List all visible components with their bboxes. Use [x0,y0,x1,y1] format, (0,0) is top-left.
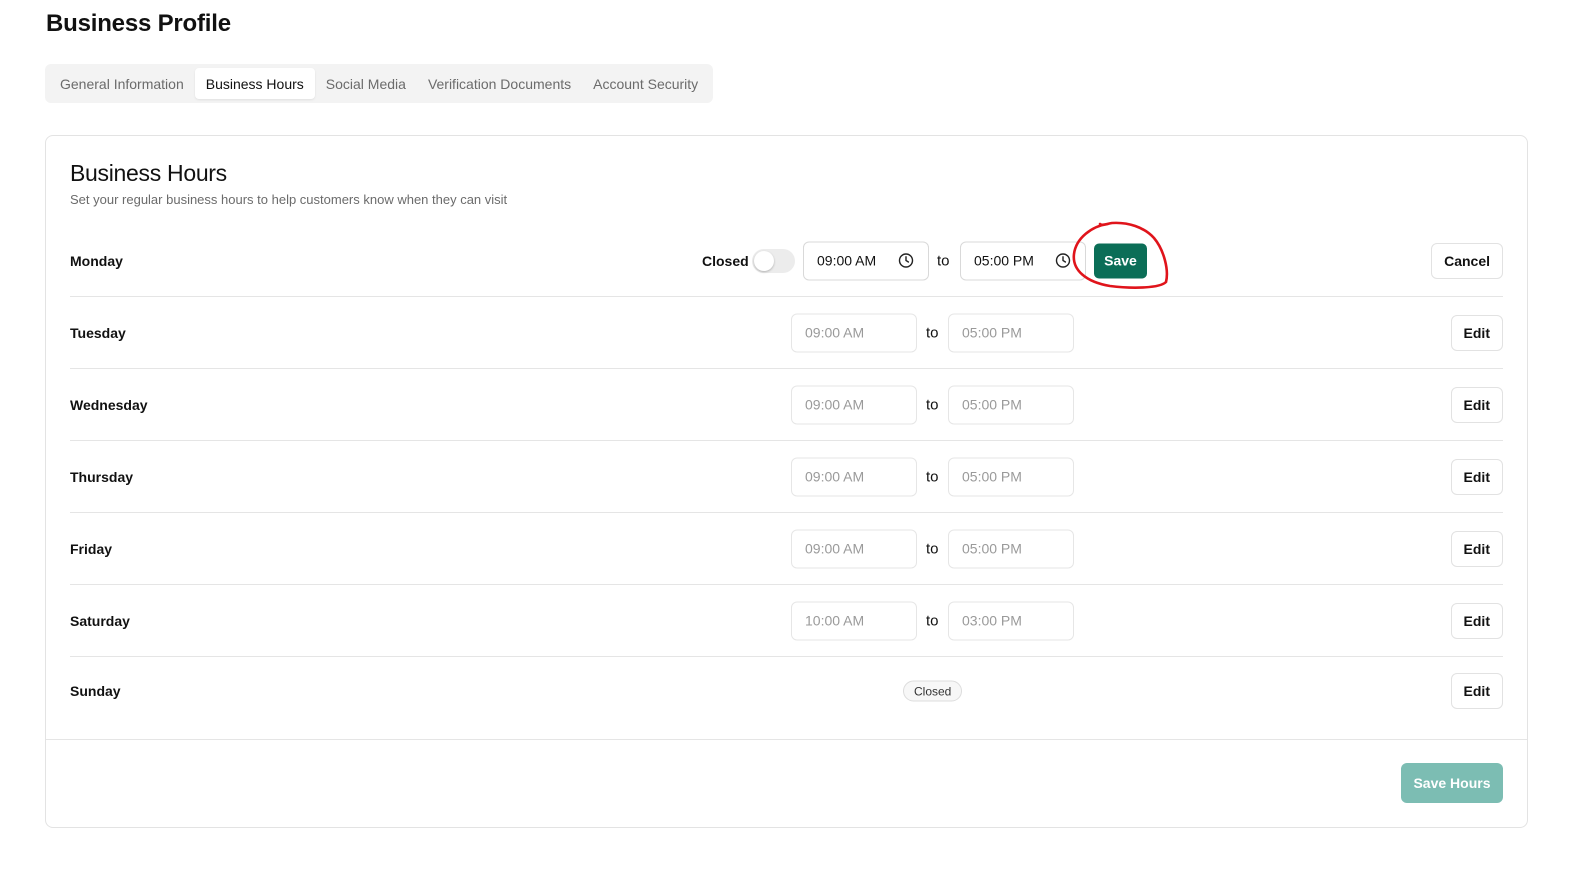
save-hours-button[interactable]: Save Hours [1401,763,1503,803]
close-time-value: 05:00 PM [974,252,1034,269]
close-time-field: 05:00 PM [948,313,1074,352]
tab-verification-documents[interactable]: Verification Documents [417,68,582,99]
day-label: Tuesday [70,324,126,341]
tab-general-information[interactable]: General Information [49,68,195,99]
day-label: Sunday [70,683,121,699]
to-separator: to [926,396,939,413]
business-hours-card: Business Hours Set your regular business… [45,135,1528,828]
card-title: Business Hours [70,160,227,186]
close-time-field: 05:00 PM [948,385,1074,424]
day-row-thursday: Thursday 09:00 AM to 05:00 PM Edit [70,441,1503,513]
edit-button[interactable]: Edit [1450,530,1503,567]
open-time-field: 09:00 AM [791,385,917,424]
day-label: Thursday [70,468,134,485]
tab-social-media[interactable]: Social Media [315,68,417,99]
day-row-friday: Friday 09:00 AM to 05:00 PM Edit [70,513,1503,585]
open-time-value: 09:00 AM [817,252,877,269]
open-time-field: 09:00 AM [791,529,917,568]
close-time-input[interactable]: 05:00 PM [960,241,1086,280]
to-separator: to [926,468,939,485]
clock-icon[interactable] [898,253,914,269]
closed-badge: Closed [903,680,963,702]
to-separator: to [926,324,939,341]
edit-button[interactable]: Edit [1450,386,1503,423]
open-time-field: 10:00 AM [791,601,917,640]
card-footer-divider [46,739,1527,740]
to-separator: to [937,252,950,269]
day-label: Wednesday [70,396,148,413]
page-title: Business Profile [46,10,231,37]
edit-button[interactable]: Edit [1450,602,1503,639]
tab-business-hours[interactable]: Business Hours [194,68,315,99]
close-time-field: 03:00 PM [948,601,1074,640]
day-row-tuesday: Tuesday 09:00 AM to 05:00 PM Edit [70,297,1503,369]
day-row-sunday: Sunday Closed Edit [70,657,1503,725]
open-time-field: 09:00 AM [791,457,917,496]
open-time-input[interactable]: 09:00 AM [803,241,929,280]
closed-toggle[interactable] [752,248,795,273]
to-separator: to [926,612,939,629]
open-time-field: 09:00 AM [791,313,917,352]
day-row-saturday: Saturday 10:00 AM to 03:00 PM Edit [70,585,1503,657]
profile-tabs: General Information Business Hours Socia… [45,64,714,103]
edit-button[interactable]: Edit [1450,673,1503,709]
close-time-field: 05:00 PM [948,457,1074,496]
to-separator: to [926,540,939,557]
card-subtitle: Set your regular business hours to help … [70,192,508,207]
day-label: Saturday [70,612,130,629]
toggle-knob [754,250,774,271]
day-label: Monday [70,252,123,269]
day-row-monday: Monday Closed 09:00 AM to 05:00 PM Save … [70,225,1503,297]
edit-button[interactable]: Edit [1450,314,1503,351]
tab-account-security[interactable]: Account Security [582,68,709,99]
day-row-wednesday: Wednesday 09:00 AM to 05:00 PM Edit [70,369,1503,441]
clock-icon[interactable] [1055,253,1071,269]
cancel-button[interactable]: Cancel [1431,242,1503,279]
closed-toggle-label: Closed [702,252,749,269]
edit-button[interactable]: Edit [1450,458,1503,495]
close-time-field: 05:00 PM [948,529,1074,568]
day-label: Friday [70,540,113,557]
save-button[interactable]: Save [1094,243,1147,278]
